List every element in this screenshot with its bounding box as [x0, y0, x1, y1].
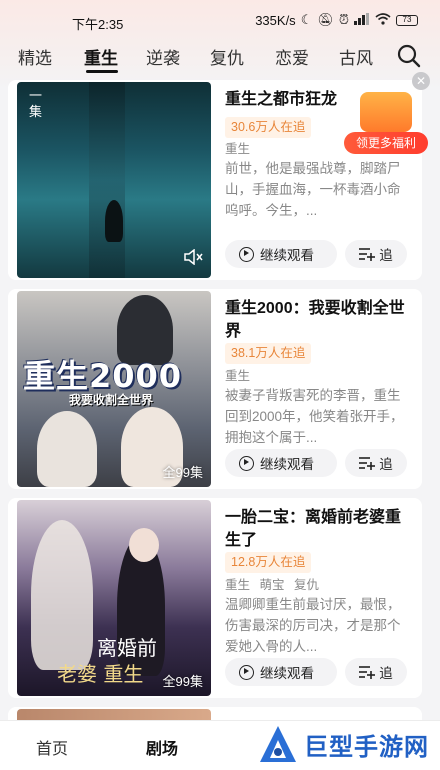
drama-tags: 重生	[225, 365, 256, 384]
continue-watching-button[interactable]: 继续观看	[225, 449, 337, 477]
drama-poster[interactable]: 离婚前 老婆 重生 全99集	[17, 500, 211, 696]
wifi-icon	[375, 12, 391, 28]
volume-icon[interactable]	[183, 248, 203, 270]
status-icons: 335K/s ☾ 🔕︎ ⏰︎ 73	[255, 12, 418, 28]
continue-label: 继续观看	[260, 248, 314, 263]
followers-badge: 38.1万人在追	[225, 343, 312, 364]
drama-description: 温卿卿重生前最讨厌，最恨，伤害最深的厉司决，才是那个爱她入骨的人...	[225, 597, 401, 654]
continue-watching-button[interactable]: 继续观看	[225, 658, 337, 686]
follow-label: 追	[379, 457, 393, 472]
tab-chongsheng[interactable]: 重生	[84, 44, 118, 69]
episode-label: 一集	[29, 88, 43, 119]
drama-poster[interactable]: 重生2000 我要收割全世界 全99集	[17, 291, 211, 487]
welfare-label: 领更多福利	[344, 132, 428, 154]
network-speed: 335K/s	[255, 12, 296, 28]
poster-subtitle: 老婆 重生	[57, 662, 144, 686]
watermark: 巨型手游网	[256, 718, 440, 770]
continue-watching-button[interactable]: 继续观看	[225, 240, 337, 268]
drama-tags: 重生 萌宝 复仇	[225, 574, 325, 593]
followers-badge: 12.8万人在追	[225, 552, 312, 573]
drama-tags: 重生	[225, 138, 256, 157]
gift-box-icon	[360, 92, 412, 132]
play-icon	[239, 246, 254, 262]
follow-button[interactable]: 追	[345, 449, 407, 477]
tag: 萌宝	[259, 578, 285, 592]
add-list-icon	[359, 457, 376, 470]
drama-poster[interactable]: 一集	[17, 82, 211, 278]
drama-description: 前世，他是最强战尊，脚踏尸山，手握血海，一杯毒酒小命呜呼。今生，...	[225, 161, 401, 218]
moon-icon: ☾	[300, 12, 313, 27]
search-icon[interactable]	[396, 43, 422, 69]
followers-badge: 30.6万人在追	[225, 117, 312, 138]
tab-fuchou[interactable]: 复仇	[210, 44, 244, 69]
episode-count: 全99集	[162, 674, 203, 689]
watermark-text: 巨型手游网	[304, 732, 429, 761]
poster-subtitle: 我要收割全世界	[69, 393, 154, 407]
drama-card[interactable]: 重生2000 我要收割全世界 全99集 重生2000：我要收割全世界 38.1万…	[8, 289, 422, 489]
mute-bell-icon: 🔕︎	[317, 12, 334, 27]
drama-title[interactable]: 重生2000：我要收割全世界	[225, 297, 410, 343]
tag: 重生	[225, 142, 251, 156]
play-icon	[239, 455, 254, 471]
continue-label: 继续观看	[260, 666, 314, 681]
nav-theater[interactable]: 剧场	[146, 735, 178, 759]
follow-label: 追	[379, 248, 393, 263]
play-icon	[239, 664, 254, 680]
drama-description: 被妻子背叛害死的李晋，重生回到2000年，他笑着张开手，拥抱这个属于...	[225, 388, 404, 445]
battery-icon: 73	[396, 14, 418, 26]
active-tab-indicator	[86, 70, 118, 73]
follow-button[interactable]: 追	[345, 658, 407, 686]
continue-label: 继续观看	[260, 457, 314, 472]
add-list-icon	[359, 248, 376, 261]
tag: 重生	[225, 369, 251, 383]
nav-home[interactable]: 首页	[36, 735, 68, 759]
tab-nixi[interactable]: 逆袭	[146, 44, 180, 69]
drama-card[interactable]: 离婚前 老婆 重生 全99集 一胎二宝：离婚前老婆重生了 12.8万人在追 重生…	[8, 498, 422, 698]
drama-title[interactable]: 一胎二宝：离婚前老婆重生了	[225, 506, 410, 552]
follow-button[interactable]: 追	[345, 240, 407, 268]
add-list-icon	[359, 666, 376, 679]
signal-icon	[354, 12, 370, 28]
poster-title: 离婚前	[97, 636, 157, 660]
tab-jingxuan[interactable]: 精选	[18, 44, 52, 69]
status-time: 下午2:35	[72, 17, 124, 32]
category-tabs: 精选 重生 逆袭 复仇 恋爱 古风	[0, 40, 440, 74]
welfare-widget[interactable]: 领更多福利	[344, 88, 428, 156]
tag: 重生	[225, 578, 251, 592]
tab-lianai[interactable]: 恋爱	[275, 44, 309, 69]
follow-label: 追	[379, 666, 393, 681]
tab-gufeng[interactable]: 古风	[339, 44, 373, 69]
status-bar: 下午2:35 335K/s ☾ 🔕︎ ⏰︎ 73	[0, 0, 440, 42]
watermark-logo-icon	[256, 722, 300, 766]
episode-count: 全99集	[162, 465, 203, 480]
tag: 复仇	[294, 578, 320, 592]
alarm-icon: ⏰︎	[338, 12, 349, 27]
